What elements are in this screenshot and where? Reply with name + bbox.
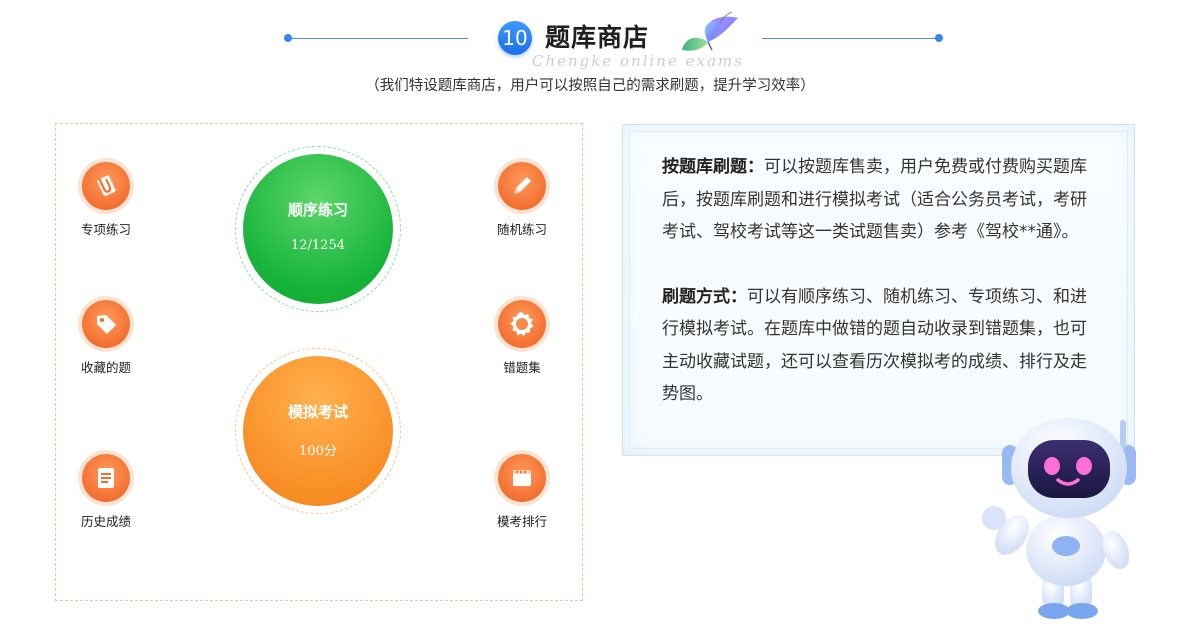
section-note: （我们特设题库商店，用户可以按照自己的需求刷题，提升学习效率） [365, 78, 815, 94]
mock-exam-button[interactable]: 模拟考试 100分 [235, 348, 401, 514]
info-paragraph-1: 按题库刷题：可以按题库售卖，用户免费或付费购买题库后，按题库刷题和进行模拟考试（… [662, 151, 1102, 249]
robot-mascot-icon [982, 418, 1136, 619]
tag-icon [82, 300, 130, 348]
practice-panel: 专项练习 随机练习 收藏的题 错题集 历史成绩 模考排行 顺序练习 12/125… [55, 123, 583, 601]
document-icon [82, 454, 130, 502]
feature-label: 专项练习 [80, 222, 131, 237]
feature-history-scores[interactable]: 历史成绩 [56, 454, 156, 530]
info-paragraph-2: 刷题方式：可以有顺序练习、随机练习、专项练习、和进行模拟考试。在题库中做错的题自… [662, 281, 1102, 411]
header-line-left [290, 38, 468, 39]
section-title: 题库商店 [545, 23, 650, 52]
header-line-right [762, 38, 938, 39]
feature-random-practice[interactable]: 随机练习 [472, 162, 572, 238]
header-dot-right [935, 34, 943, 42]
info-key-2: 刷题方式： [662, 286, 747, 307]
sequence-progress: 12/1254 [290, 238, 345, 253]
sequence-circle: 顺序练习 12/1254 [243, 154, 393, 304]
feature-label: 模考排行 [496, 514, 547, 529]
info-key-1: 按题库刷题： [662, 157, 764, 177]
mock-score: 100分 [299, 444, 337, 459]
mock-label: 模拟考试 [287, 403, 348, 421]
gear-badge-icon [498, 300, 546, 348]
feature-mock-ranking[interactable]: 模考排行 [472, 454, 572, 530]
feature-label: 收藏的题 [80, 360, 131, 375]
sequence-practice-button[interactable]: 顺序练习 12/1254 [235, 146, 401, 312]
section-number-badge: 10 [498, 21, 542, 61]
sequence-label: 顺序练习 [287, 201, 348, 219]
feature-label: 历史成绩 [80, 514, 131, 529]
feature-favorites[interactable]: 收藏的题 [56, 300, 156, 376]
pencil-icon [498, 162, 546, 210]
info-text: 按题库刷题：可以按题库售卖，用户免费或付费购买题库后，按题库刷题和进行模拟考试（… [662, 151, 1102, 411]
butterfly-icon [682, 12, 738, 51]
feature-label: 错题集 [503, 360, 541, 375]
feature-wrong-questions[interactable]: 错题集 [472, 300, 572, 376]
mock-circle: 模拟考试 100分 [243, 356, 393, 506]
paperclip-icon [82, 162, 130, 210]
feature-special-practice[interactable]: 专项练习 [56, 162, 156, 238]
feature-label: 随机练习 [496, 222, 547, 237]
board-icon [498, 454, 546, 502]
